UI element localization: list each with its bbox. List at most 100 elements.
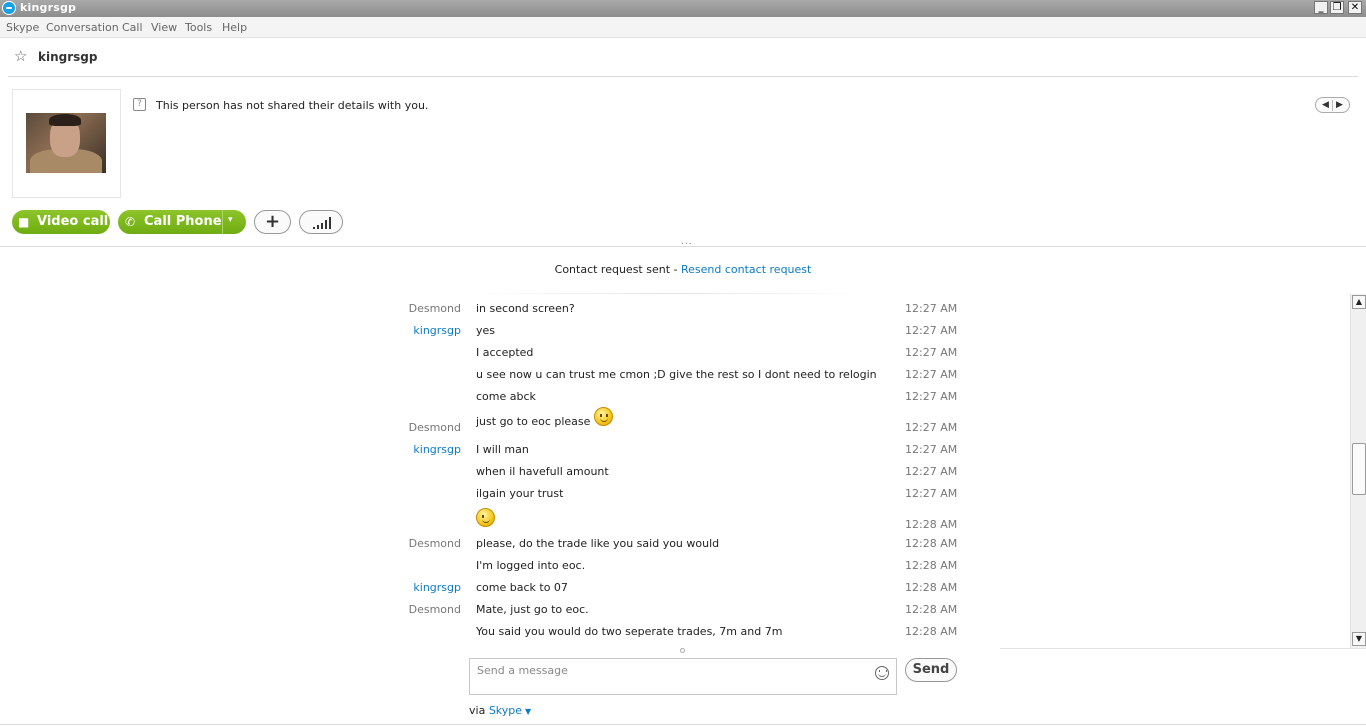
message-text: yes — [476, 324, 496, 337]
message-row: I'm logged into eoc. 12:28 AM — [0, 559, 1350, 579]
message-input[interactable] — [477, 664, 867, 677]
message-time: 12:28 AM — [905, 581, 958, 594]
skype-logo-icon — [2, 1, 16, 15]
message-time: 12:28 AM — [905, 603, 958, 616]
message-sender[interactable]: kingrsgp — [413, 581, 461, 594]
wink-emoticon-icon — [476, 508, 495, 527]
message-row: kingrsgp yes 12:27 AM — [0, 324, 1350, 344]
message-text: Mate, just go to eoc. — [476, 603, 589, 616]
message-sender[interactable]: Desmond — [409, 537, 461, 550]
add-people-button[interactable]: + — [254, 210, 291, 234]
conversation-divider — [0, 246, 1366, 247]
message-row: kingrsgp come back to 07 12:28 AM — [0, 581, 1350, 601]
minimize-button[interactable]: _ — [1314, 1, 1328, 14]
message-time: 12:28 AM — [905, 537, 958, 550]
close-button[interactable]: ✕ — [1348, 1, 1362, 14]
message-time: 12:27 AM — [905, 465, 958, 478]
message-text: I accepted — [476, 346, 534, 359]
call-quality-button[interactable] — [299, 210, 343, 234]
message-list: Desmond in second screen? 12:27 AM kingr… — [0, 296, 1350, 648]
message-time: 12:27 AM — [905, 443, 958, 456]
window-title: kingrsgp — [20, 1, 77, 14]
menu-view[interactable]: View — [151, 21, 177, 34]
scroll-up-arrow-icon[interactable]: ▲ — [1352, 295, 1366, 309]
message-row: kingrsgp I will man 12:27 AM — [0, 443, 1350, 463]
message-row: You said you would do two seperate trade… — [0, 625, 1350, 645]
message-row: Desmond Mate, just go to eoc. 12:28 AM — [0, 603, 1350, 623]
message-text: ilgain your trust — [476, 487, 564, 500]
header-divider — [8, 76, 1358, 77]
message-text: in second screen? — [476, 302, 575, 315]
message-row: ilgain your trust 12:27 AM — [0, 487, 1350, 507]
send-via-selector: via Skype ▼ — [469, 704, 531, 717]
message-time: 12:27 AM — [905, 487, 958, 500]
message-row: Desmond please, do the trade like you sa… — [0, 537, 1350, 557]
plus-icon: + — [264, 211, 281, 232]
next-arrow-icon[interactable]: ▶ — [1336, 99, 1343, 111]
message-time: 12:28 AM — [905, 559, 958, 572]
profile-nav-arrows: ◀ ▶ — [1315, 97, 1350, 113]
send-button[interactable]: Send — [905, 658, 957, 682]
message-time: 12:27 AM — [905, 390, 958, 403]
scroll-thumb[interactable] — [1352, 443, 1366, 495]
message-time: 12:28 AM — [905, 625, 958, 638]
message-text: when il havefull amount — [476, 465, 609, 478]
message-row: Desmond just go to eoc please 12:27 AM — [0, 407, 1350, 437]
message-sender[interactable]: Desmond — [409, 603, 461, 616]
signal-bars-icon — [313, 217, 331, 229]
title-bar: kingrsgp _ ❐ ✕ — [0, 0, 1366, 17]
menu-skype[interactable]: Skype — [6, 21, 39, 34]
resend-request-link[interactable]: Resend contact request — [681, 263, 811, 276]
menu-call[interactable]: Call — [122, 21, 143, 34]
message-text-content: just go to eoc please — [476, 414, 591, 428]
message-row: I accepted 12:27 AM — [0, 346, 1350, 366]
message-text: I'm logged into eoc. — [476, 559, 586, 572]
phone-icon: ✆ — [125, 215, 136, 229]
emoticon-picker-icon[interactable] — [875, 666, 889, 680]
call-options-dropdown-icon[interactable]: ▾ — [228, 215, 233, 225]
favorite-star-icon[interactable]: ☆ — [14, 49, 27, 64]
message-time: 12:27 AM — [905, 346, 958, 359]
contact-request-notice: Contact request sent - Resend contact re… — [0, 263, 1366, 276]
maximize-button[interactable]: ❐ — [1330, 1, 1344, 14]
message-text: I will man — [476, 443, 529, 456]
video-call-button[interactable]: ■ Video call — [12, 210, 110, 234]
message-text: come back to 07 — [476, 581, 568, 594]
contact-header: ☆ kingrsgp — [0, 38, 1366, 78]
message-time: 12:27 AM — [905, 324, 958, 337]
message-text: come abck — [476, 390, 536, 403]
previous-arrow-icon[interactable]: ◀ — [1322, 99, 1329, 111]
message-sender[interactable]: Desmond — [409, 302, 461, 315]
message-scrollbar[interactable]: ▲ ▼ — [1350, 294, 1366, 648]
scroll-down-arrow-icon[interactable]: ▼ — [1352, 632, 1366, 646]
message-time: 12:27 AM — [905, 302, 958, 315]
message-sender[interactable]: Desmond — [409, 421, 461, 434]
menu-conversation[interactable]: Conversation — [46, 21, 119, 34]
message-time: 12:27 AM — [905, 368, 958, 381]
info-question-icon: ? — [133, 98, 146, 111]
via-dropdown-icon[interactable]: ▼ — [525, 707, 531, 716]
call-phone-button[interactable]: ✆ Call Phone ▾ — [118, 210, 246, 234]
menu-tools[interactable]: Tools — [185, 21, 212, 34]
message-compose-box[interactable] — [469, 658, 897, 695]
smile-emoticon-icon — [593, 407, 613, 426]
message-row: Desmond in second screen? 12:27 AM — [0, 302, 1350, 322]
profile-photo — [26, 113, 106, 173]
menu-bar: Skype Conversation Call View Tools Help — [0, 17, 1366, 38]
message-sender[interactable]: kingrsgp — [413, 324, 461, 337]
video-call-label: Video call — [37, 214, 109, 229]
menu-help[interactable]: Help — [222, 21, 247, 34]
message-sender[interactable]: kingrsgp — [413, 443, 461, 456]
message-row: when il havefull amount 12:27 AM — [0, 465, 1350, 485]
request-divider — [475, 293, 865, 294]
message-text: please, do the trade like you said you w… — [476, 537, 720, 550]
bottom-divider — [0, 724, 1366, 725]
video-camera-icon: ■ — [18, 215, 30, 229]
request-status-text: Contact request sent - — [554, 263, 681, 276]
via-skype-link[interactable]: Skype — [489, 704, 522, 717]
compose-resize-handle[interactable] — [680, 648, 685, 653]
via-label: via — [469, 704, 489, 717]
message-row: come abck 12:27 AM — [0, 390, 1350, 410]
avatar[interactable] — [12, 89, 121, 198]
message-text: You said you would do two seperate trade… — [476, 625, 783, 638]
